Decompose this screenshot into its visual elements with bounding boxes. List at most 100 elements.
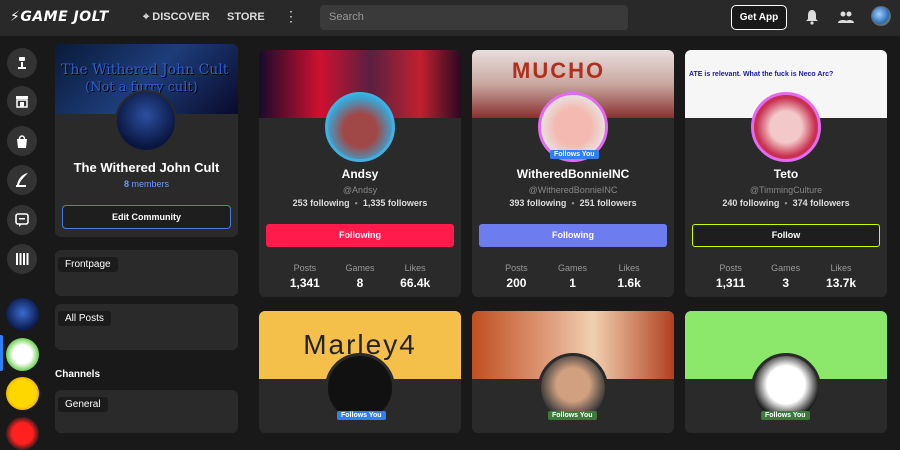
channel-frontpage-label: Frontpage [58, 257, 118, 272]
more-menu-icon[interactable]: ⋮ [284, 8, 298, 25]
following-button[interactable]: Following [266, 224, 454, 247]
discover-link[interactable]: ⌖ DISCOVER [143, 11, 210, 24]
top-navigation-bar: ⚡GAME JOLT ⌖ DISCOVER STORE ⋮ Search Get… [0, 0, 900, 36]
community-sidebar: The Withered John Cult (Not a furry cult… [55, 44, 238, 433]
user-avatar-teto [751, 92, 821, 162]
quill-icon [16, 173, 28, 187]
followers-count[interactable]: 251 followers [580, 198, 637, 208]
likes-label: Likes [404, 263, 426, 273]
logo-text: GAME JOLT [20, 9, 109, 25]
rail-community-yellow[interactable] [6, 377, 39, 410]
posts-label: Posts [719, 263, 742, 273]
likes-metric: Likes 1.6k [617, 263, 640, 290]
user-follow-stats: 393 following • 251 followers [472, 198, 674, 208]
activity-icon [18, 57, 26, 69]
bell-icon[interactable] [805, 9, 819, 25]
user-metrics: Posts 1,341 Games 8 Likes 66.4k [259, 263, 461, 290]
edit-community-button[interactable]: Edit Community [62, 205, 231, 229]
search-input[interactable]: Search [320, 5, 628, 30]
community-members-link[interactable]: 8 members [55, 179, 238, 189]
user-metrics: Posts 1,311 Games 3 Likes 13.7k [685, 263, 887, 290]
follows-you-badge: Follows You [337, 411, 386, 420]
discover-label: DISCOVER [152, 11, 210, 23]
following-count[interactable]: 240 following [722, 198, 779, 208]
community-card: The Withered John Cult (Not a furry cult… [55, 44, 238, 237]
posts-value: 200 [506, 276, 527, 290]
likes-metric: Likes 13.7k [826, 263, 856, 290]
user-avatar-andsy [325, 92, 395, 162]
user-follow-stats: 240 following • 374 followers [685, 198, 887, 208]
rail-activity-button[interactable] [7, 48, 37, 78]
games-metric: Games 1 [558, 263, 587, 290]
user-name: Teto [773, 167, 799, 181]
user-handle: @TimmingCulture [749, 185, 823, 195]
posts-metric: Posts 1,341 [290, 263, 320, 290]
logo-bolt-icon: ⚡ [10, 9, 21, 25]
rail-chat-button[interactable] [7, 205, 37, 235]
games-label: Games [558, 263, 588, 273]
user-card-row2-right[interactable]: Follows You [685, 311, 887, 433]
channel-frontpage[interactable]: Frontpage [55, 250, 238, 296]
separator-dot: • [784, 198, 788, 208]
posts-label: Posts [505, 263, 528, 273]
user-card-witheredbonnieinc[interactable]: MUCHO Follows You WitheredBonnieINC @Wit… [472, 50, 674, 297]
user-handle: @WitheredBonnieINC [528, 185, 618, 195]
likes-label: Likes [618, 263, 640, 273]
left-rail [0, 36, 44, 450]
user-card-row2-middle[interactable]: Follows You [472, 311, 674, 433]
posts-label: Posts [293, 263, 317, 273]
followers-count[interactable]: 1,335 followers [363, 198, 428, 208]
rail-community-withered-john[interactable] [6, 298, 39, 331]
user-avatar[interactable] [871, 6, 891, 26]
rail-store-button[interactable] [7, 86, 37, 116]
likes-metric: Likes 66.4k [400, 263, 430, 290]
channels-header: Channels [55, 369, 101, 380]
user-card-marley4[interactable]: Marley4 Follows You [259, 311, 461, 433]
posts-metric: Posts 200 [505, 263, 528, 290]
user-card-teto[interactable]: ATE is relevant. What the fuck is Neco A… [685, 50, 887, 297]
games-label: Games [345, 263, 375, 273]
rail-community-red[interactable] [6, 417, 39, 450]
rail-creation-button[interactable] [7, 165, 37, 195]
user-handle: @Andsy [342, 185, 378, 195]
user-card-andsy[interactable]: Andsy @Andsy 253 following • 1,335 followe… [259, 50, 461, 297]
likes-label: Likes [830, 263, 852, 273]
channel-general[interactable]: General [55, 390, 238, 433]
community-banner-text: The Withered John Cult [61, 62, 229, 78]
games-value: 8 [356, 276, 364, 290]
compass-icon: ⌖ [143, 11, 153, 23]
games-metric: Games 3 [771, 263, 800, 290]
separator-dot: • [354, 198, 358, 208]
following-button[interactable]: Following [479, 224, 667, 247]
posts-metric: Posts 1,311 [716, 263, 745, 290]
get-app-button[interactable]: Get App [731, 5, 787, 30]
rail-library-button[interactable] [7, 244, 37, 274]
user-metrics: Posts 200 Games 1 Likes 1.6k [472, 263, 674, 290]
store-link[interactable]: STORE [227, 11, 265, 23]
friends-icon[interactable] [838, 10, 854, 24]
user-follow-stats: 253 following • 1,335 followers [259, 198, 461, 208]
likes-value: 13.7k [826, 276, 857, 290]
community-avatar[interactable] [115, 90, 177, 152]
following-count[interactable]: 253 following [293, 198, 350, 208]
games-value: 3 [782, 276, 789, 290]
rail-inventory-button[interactable] [7, 126, 37, 156]
community-title: The Withered John Cult [73, 160, 220, 175]
posts-value: 1,341 [289, 276, 320, 290]
games-metric: Games 8 [345, 263, 374, 290]
channel-all-posts-label: All Posts [58, 311, 111, 326]
likes-value: 1.6k [617, 276, 641, 290]
following-count[interactable]: 393 following [509, 198, 566, 208]
library-icon [16, 253, 29, 265]
rail-community-green[interactable] [6, 338, 39, 371]
channel-general-label: General [58, 397, 108, 412]
user-name: Andsy [341, 167, 379, 181]
banner-text: MUCHO [512, 58, 606, 83]
storefront-icon [16, 96, 28, 108]
bag-icon [17, 135, 27, 148]
followers-count[interactable]: 374 followers [793, 198, 850, 208]
channel-all-posts[interactable]: All Posts [55, 304, 238, 350]
separator-dot: • [571, 198, 575, 208]
gamejolt-logo[interactable]: ⚡GAME JOLT [10, 9, 109, 25]
follow-button[interactable]: Follow [692, 224, 880, 247]
